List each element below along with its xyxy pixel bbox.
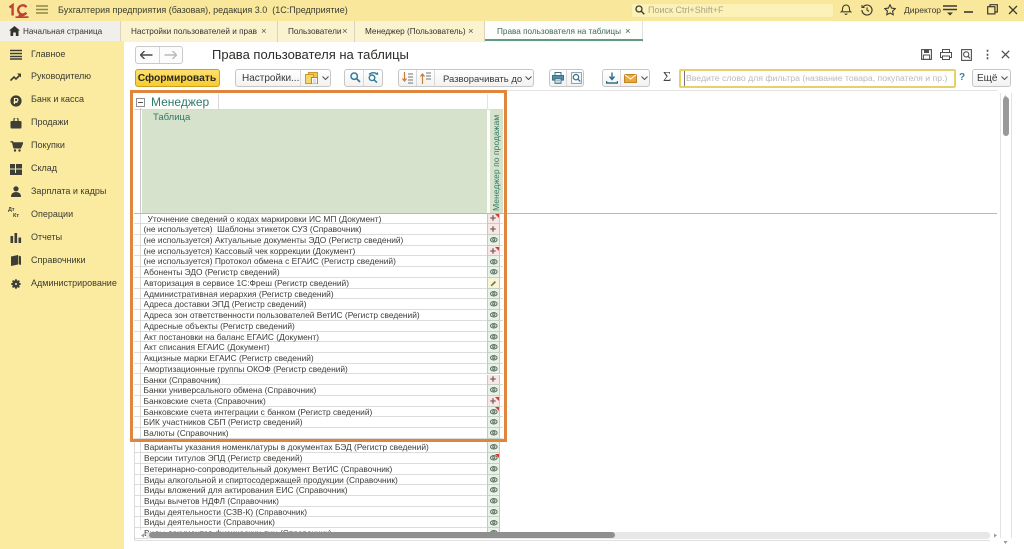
svg-text:P: P (13, 97, 19, 106)
